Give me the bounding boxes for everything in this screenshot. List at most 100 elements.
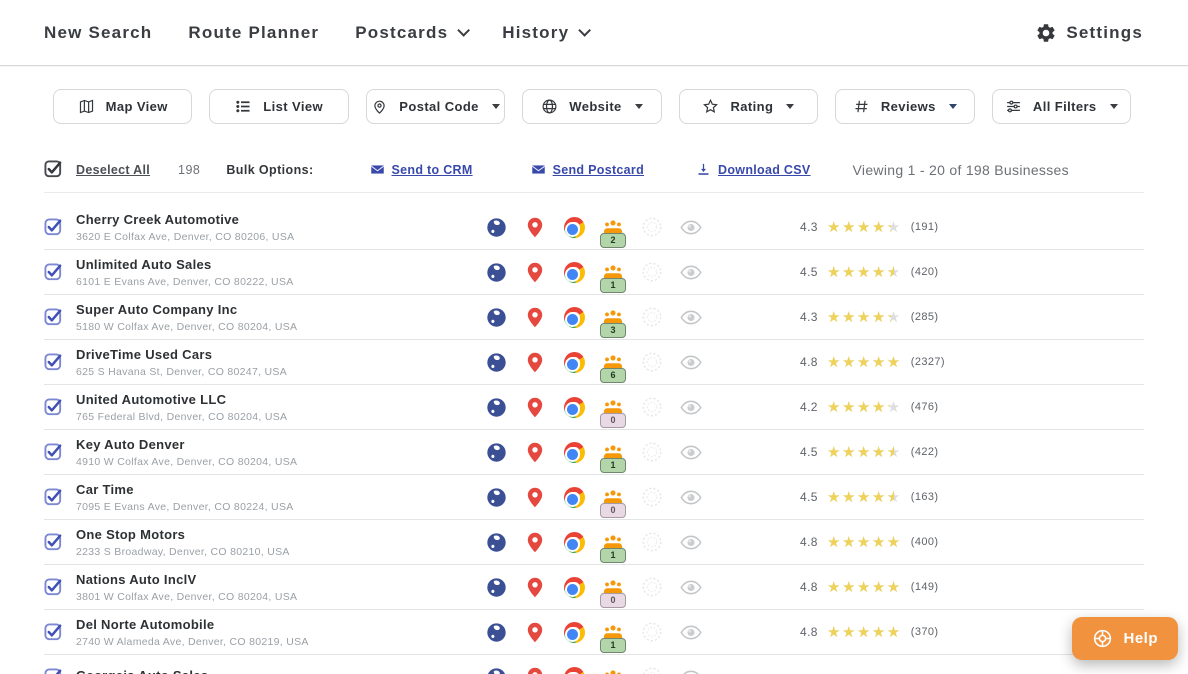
list-view-button[interactable]: List View — [209, 89, 349, 124]
map-view-button[interactable]: Map View — [53, 89, 193, 124]
website-globe-icon[interactable] — [485, 261, 507, 283]
select-all-checkbox[interactable] — [44, 160, 63, 179]
settings-button[interactable]: Settings — [1035, 22, 1143, 44]
contacts-icon[interactable]: 6 — [600, 351, 626, 383]
google-listing-icon[interactable] — [563, 261, 585, 283]
nav-history[interactable]: History — [502, 23, 592, 43]
row-checkbox[interactable] — [44, 262, 63, 282]
website-globe-icon[interactable] — [485, 621, 507, 643]
badge-seal-icon[interactable] — [641, 621, 663, 643]
row-checkbox[interactable] — [44, 352, 63, 372]
badge-seal-icon[interactable] — [641, 441, 663, 463]
view-eye-icon[interactable] — [680, 396, 702, 418]
row-checkbox[interactable] — [44, 622, 63, 642]
row-checkbox[interactable] — [44, 307, 63, 327]
google-listing-icon[interactable] — [563, 486, 585, 508]
badge-seal-icon[interactable] — [641, 396, 663, 418]
download-csv-link[interactable]: Download CSV — [696, 162, 811, 177]
website-globe-icon[interactable] — [485, 216, 507, 238]
map-pin-icon[interactable] — [524, 666, 546, 674]
website-globe-icon[interactable] — [485, 486, 507, 508]
business-row: Del Norte Automobile 2740 W Alameda Ave,… — [44, 610, 1144, 655]
business-info: United Automotive LLC 765 Federal Blvd, … — [76, 392, 472, 423]
map-pin-icon[interactable] — [524, 531, 546, 553]
website-globe-icon[interactable] — [485, 441, 507, 463]
map-pin-icon[interactable] — [524, 261, 546, 283]
google-listing-icon[interactable] — [563, 666, 585, 674]
contacts-icon[interactable]: 0 — [600, 486, 626, 518]
google-listing-icon[interactable] — [563, 621, 585, 643]
contacts-icon[interactable]: 3 — [600, 306, 626, 338]
map-pin-icon[interactable] — [524, 216, 546, 238]
all-filters-dropdown[interactable]: All Filters — [991, 89, 1131, 124]
website-globe-icon[interactable] — [485, 306, 507, 328]
contacts-icon[interactable]: 1 — [600, 531, 626, 563]
view-eye-icon[interactable] — [680, 261, 702, 283]
view-eye-icon[interactable] — [680, 666, 702, 674]
badge-seal-icon[interactable] — [641, 531, 663, 553]
deselect-all-link[interactable]: Deselect All — [76, 163, 150, 177]
website-globe-icon[interactable] — [485, 576, 507, 598]
view-eye-icon[interactable] — [680, 531, 702, 553]
send-postcard-link[interactable]: Send Postcard — [531, 162, 644, 177]
website-globe-icon[interactable] — [485, 351, 507, 373]
google-listing-icon[interactable] — [563, 351, 585, 373]
view-eye-icon[interactable] — [680, 621, 702, 643]
view-eye-icon[interactable] — [680, 576, 702, 598]
google-listing-icon[interactable] — [563, 441, 585, 463]
badge-seal-icon[interactable] — [641, 216, 663, 238]
contacts-icon[interactable]: 1 — [600, 261, 626, 293]
contacts-icon[interactable]: 1 — [600, 621, 626, 653]
map-pin-icon[interactable] — [524, 396, 546, 418]
contacts-icon[interactable]: 2 — [600, 216, 626, 248]
view-eye-icon[interactable] — [680, 351, 702, 373]
badge-seal-icon[interactable] — [641, 306, 663, 328]
row-checkbox[interactable] — [44, 532, 63, 552]
row-checkbox[interactable] — [44, 397, 63, 417]
rating-dropdown[interactable]: Rating — [678, 89, 819, 124]
contact-count-badge: 1 — [600, 278, 626, 293]
map-pin-icon[interactable] — [524, 351, 546, 373]
reviews-dropdown[interactable]: Reviews — [835, 89, 975, 124]
badge-seal-icon[interactable] — [641, 486, 663, 508]
website-globe-icon[interactable] — [485, 396, 507, 418]
contacts-icon[interactable]: 0 — [600, 396, 626, 428]
postal-code-dropdown[interactable]: Postal Code — [365, 89, 506, 124]
nav-new-search[interactable]: New Search — [44, 23, 152, 43]
google-listing-icon[interactable] — [563, 396, 585, 418]
badge-seal-icon[interactable] — [641, 576, 663, 598]
website-globe-icon[interactable] — [485, 531, 507, 553]
view-eye-icon[interactable] — [680, 216, 702, 238]
view-eye-icon[interactable] — [680, 441, 702, 463]
chevron-down-icon — [578, 24, 592, 37]
contacts-icon[interactable]: 1 — [600, 441, 626, 473]
map-pin-icon[interactable] — [524, 621, 546, 643]
contacts-icon[interactable] — [602, 666, 624, 674]
google-listing-icon[interactable] — [563, 216, 585, 238]
row-checkbox[interactable] — [44, 487, 63, 507]
google-listing-icon[interactable] — [563, 576, 585, 598]
badge-seal-icon[interactable] — [641, 351, 663, 373]
google-listing-icon[interactable] — [563, 531, 585, 553]
map-pin-icon[interactable] — [524, 441, 546, 463]
contacts-icon[interactable]: 0 — [600, 576, 626, 608]
google-listing-icon[interactable] — [563, 306, 585, 328]
view-eye-icon[interactable] — [680, 486, 702, 508]
review-count: (476) — [910, 401, 939, 413]
row-checkbox[interactable] — [44, 217, 63, 237]
badge-seal-icon[interactable] — [641, 666, 663, 674]
map-pin-icon[interactable] — [524, 486, 546, 508]
row-checkbox[interactable] — [44, 577, 63, 597]
help-button[interactable]: Help — [1072, 617, 1178, 660]
map-pin-icon[interactable] — [524, 576, 546, 598]
map-pin-icon[interactable] — [524, 306, 546, 328]
nav-postcards[interactable]: Postcards — [355, 23, 471, 43]
row-checkbox[interactable] — [44, 442, 63, 462]
view-eye-icon[interactable] — [680, 306, 702, 328]
row-checkbox[interactable] — [44, 667, 63, 674]
send-to-crm-link[interactable]: Send to CRM — [370, 162, 473, 177]
website-dropdown[interactable]: Website — [522, 89, 662, 124]
website-globe-icon[interactable] — [485, 666, 507, 674]
nav-route-planner[interactable]: Route Planner — [188, 23, 319, 43]
badge-seal-icon[interactable] — [641, 261, 663, 283]
